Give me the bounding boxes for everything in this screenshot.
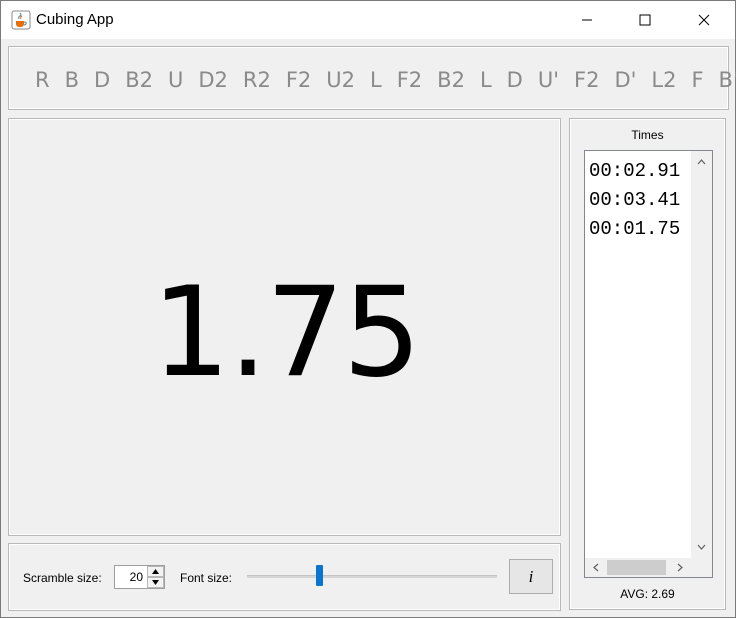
font-size-label: Font size:	[180, 571, 233, 585]
font-size-slider-track[interactable]	[247, 575, 497, 578]
spinner-down-button[interactable]	[147, 577, 164, 588]
minimize-button[interactable]	[558, 1, 616, 39]
scramble-move: F	[691, 68, 704, 92]
scramble-move: L	[479, 68, 492, 92]
scramble-size-label: Scramble size:	[23, 571, 102, 585]
scroll-left-button[interactable]	[587, 559, 604, 576]
chevron-down-icon	[697, 544, 706, 550]
scramble-size-input[interactable]: 20	[115, 566, 146, 588]
scramble-move: L2	[651, 68, 677, 92]
scramble-move: R2	[242, 68, 271, 92]
spinner-up-button[interactable]	[147, 566, 164, 577]
scramble-move: U2	[326, 68, 356, 92]
scramble-sequence: R B D B2 U D2 R2 F2 U2 L F2 B2 L D U' F2…	[35, 68, 736, 92]
scramble-move: D	[94, 68, 111, 92]
list-item[interactable]: 00:03.41	[589, 186, 690, 215]
maximize-icon	[639, 14, 651, 26]
scramble-move: F2	[573, 68, 600, 92]
chevron-right-icon	[677, 563, 683, 572]
info-button[interactable]: i	[509, 559, 553, 594]
times-list[interactable]: 00:02.91 00:03.41 00:01.75	[584, 150, 713, 578]
maximize-button[interactable]	[616, 1, 674, 39]
scrollbar-corner	[691, 558, 712, 577]
scramble-move: U'	[537, 68, 559, 92]
horizontal-scrollbar[interactable]	[585, 558, 691, 577]
close-button[interactable]	[675, 1, 733, 39]
times-title: Times	[631, 128, 664, 142]
scramble-move: B'	[718, 68, 736, 92]
scramble-move: B2	[125, 68, 153, 92]
timer-display: 1.75	[151, 261, 421, 405]
scramble-move: L	[370, 68, 382, 92]
minimize-icon	[582, 19, 592, 21]
scramble-move: B2	[437, 68, 465, 92]
scramble-move: R	[35, 68, 50, 92]
timer-panel[interactable]: 1.75	[8, 118, 561, 536]
scroll-down-button[interactable]	[693, 538, 710, 555]
scramble-move: F2	[285, 68, 312, 92]
chevron-left-icon	[592, 563, 598, 572]
scramble-move: D	[506, 68, 523, 92]
times-list-content: 00:02.91 00:03.41 00:01.75	[589, 157, 690, 557]
scramble-move: D'	[614, 68, 637, 92]
scramble-move: U	[167, 68, 184, 92]
scroll-right-button[interactable]	[671, 559, 688, 576]
vertical-scrollbar[interactable]	[691, 151, 712, 558]
scramble-move: B	[64, 68, 80, 92]
scroll-up-button[interactable]	[693, 153, 710, 170]
chevron-up-icon	[697, 158, 706, 164]
app-window: Cubing App R B D B2 U D2 R2 F2 U2 L F2 B…	[0, 0, 736, 618]
average-label: AVG: 2.69	[620, 587, 675, 601]
title-bar[interactable]: Cubing App	[1, 1, 735, 39]
window-title: Cubing App	[36, 11, 114, 28]
font-size-slider-thumb[interactable]	[316, 565, 323, 586]
list-item[interactable]: 00:01.75	[589, 215, 690, 244]
horizontal-scroll-thumb[interactable]	[607, 560, 666, 575]
triangle-down-icon	[152, 580, 159, 585]
triangle-up-icon	[152, 569, 159, 574]
scramble-size-spinner[interactable]: 20	[114, 565, 165, 589]
list-item[interactable]: 00:02.91	[589, 157, 690, 186]
scramble-move: D2	[198, 68, 228, 92]
scramble-move: F2	[396, 68, 423, 92]
close-icon	[698, 14, 710, 26]
java-coffee-cup-icon	[11, 10, 31, 30]
scramble-panel: R B D B2 U D2 R2 F2 U2 L F2 B2 L D U' F2…	[8, 46, 736, 110]
